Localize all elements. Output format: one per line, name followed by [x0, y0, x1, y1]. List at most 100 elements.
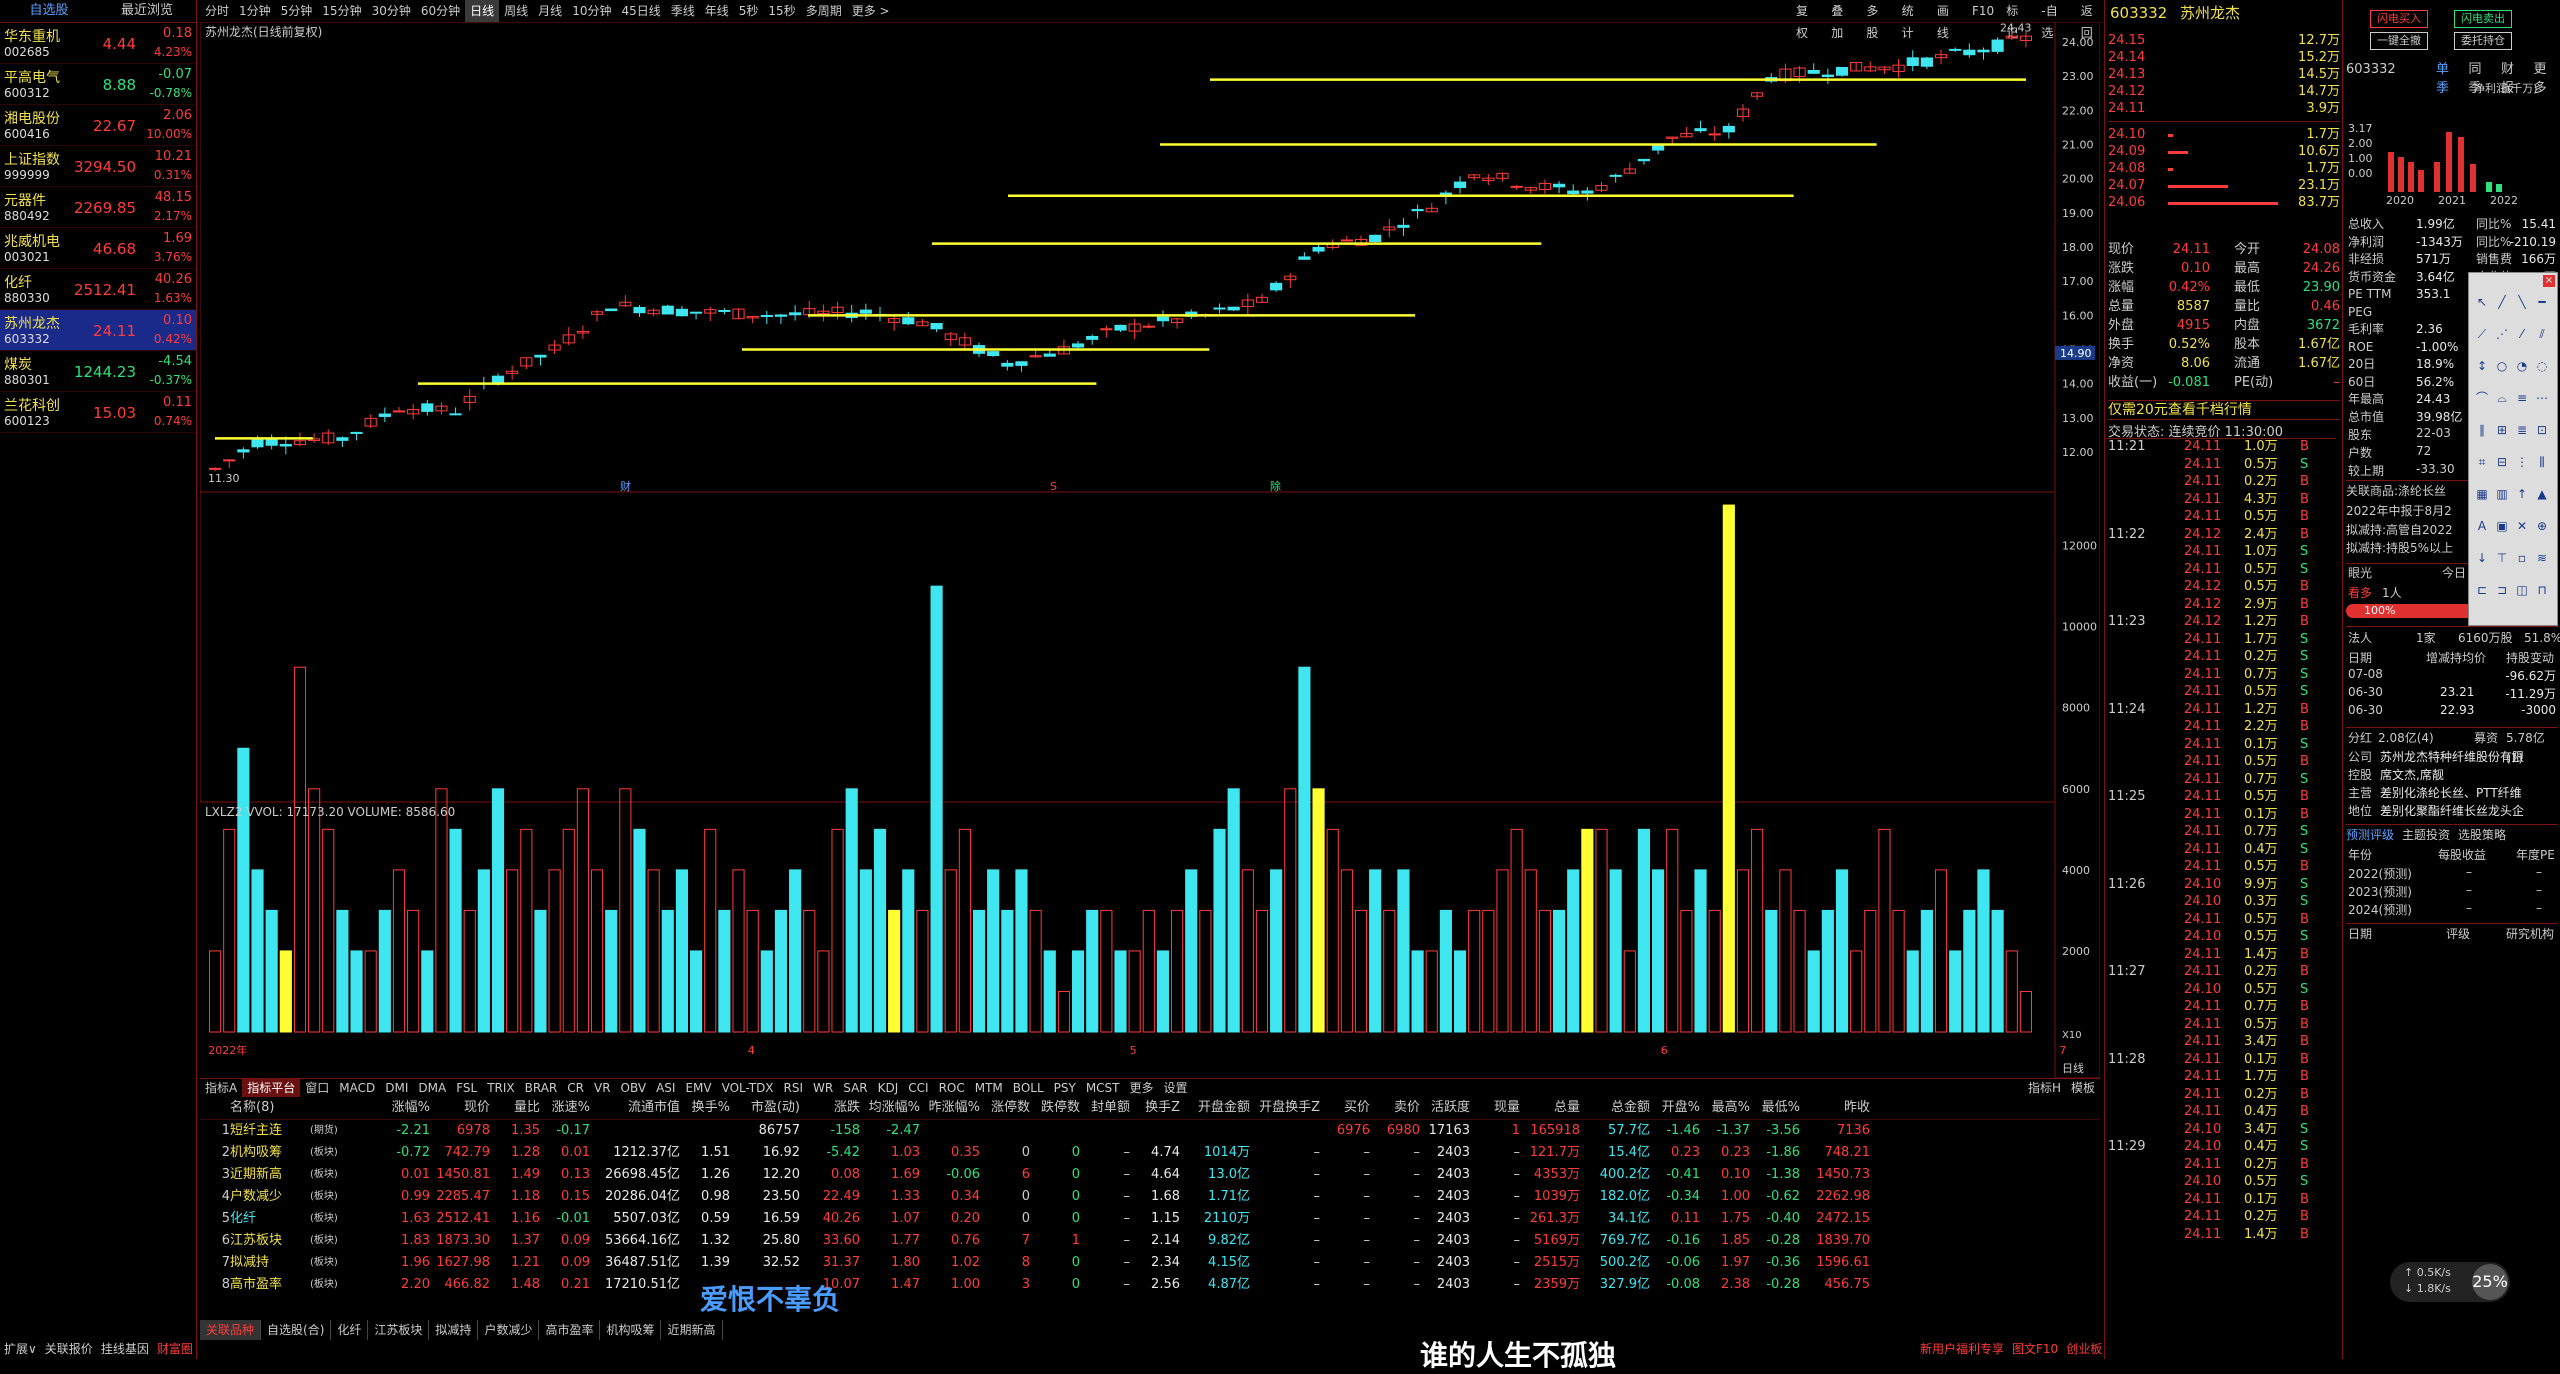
indicator-tab-15[interactable]: RSI — [779, 1079, 809, 1097]
draw-tool-icon[interactable]: ◫ — [2513, 581, 2531, 599]
cpu-gauge[interactable]: 25% — [2472, 1264, 2508, 1300]
chart-tool-7[interactable]: -自选 — [2035, 0, 2074, 40]
indicator-tab-12[interactable]: ASI — [651, 1079, 680, 1097]
status-left-1[interactable]: 关联报价 — [45, 1342, 93, 1356]
draw-tool-icon[interactable]: ⌓ — [2493, 389, 2511, 407]
period-6[interactable]: 日线 — [465, 0, 500, 22]
watchlist-item[interactable]: 湘电股份 600416 22.67 2.06 10.00% — [0, 105, 196, 146]
bottom-tab-4[interactable]: 拟减持 — [429, 1320, 479, 1340]
draw-tool-icon[interactable]: ↖ — [2473, 293, 2491, 311]
table-header-cell[interactable]: 涨幅% — [370, 1097, 430, 1119]
bid-row[interactable]: 24.07 23.1万 — [2108, 177, 2340, 194]
bid-row[interactable]: 24.08 1.7万 — [2108, 160, 2340, 177]
table-row[interactable]: 3 近期新高 (板块) 0.01 1450.81 1.49 0.13 26698.45亿 1.2… — [200, 1164, 2100, 1186]
indicator-tab-8[interactable]: BRAR — [520, 1079, 563, 1097]
draw-tool-icon[interactable]: ≣ — [2513, 421, 2531, 439]
draw-tool-icon[interactable]: ⊐ — [2493, 581, 2511, 599]
watchlist-item[interactable]: 华东重机 002685 4.44 0.18 4.23% — [0, 23, 196, 64]
indicator-tab-13[interactable]: EMV — [680, 1079, 716, 1097]
draw-tool-icon[interactable]: ✕ — [2513, 517, 2531, 535]
indicator-tab-7[interactable]: TRIX — [482, 1079, 519, 1097]
status-left-0[interactable]: 扩展∨ — [4, 1342, 37, 1356]
draw-tool-icon[interactable]: ⫽ — [2533, 325, 2551, 343]
draw-tool-icon[interactable]: ▫ — [2513, 549, 2531, 567]
tab-recent[interactable]: 最近浏览 — [98, 0, 196, 22]
forecast-tab-2[interactable]: 选股策略 — [2458, 825, 2506, 845]
bottom-tab-8[interactable]: 近期新高 — [661, 1320, 723, 1340]
event-marker[interactable]: S — [1050, 480, 1057, 493]
fin-tab-0[interactable]: 单季 — [2436, 58, 2461, 96]
status-right-2[interactable]: 创业板 — [2066, 1342, 2102, 1356]
draw-tool-icon[interactable]: ⊓ — [2533, 581, 2551, 599]
indicator-tab-16[interactable]: WR — [808, 1079, 838, 1097]
period-7[interactable]: 周线 — [499, 0, 533, 22]
draw-tool-icon[interactable]: ⁄ — [2513, 325, 2531, 343]
draw-tool-icon[interactable]: ⋰ — [2493, 325, 2511, 343]
table-header-cell[interactable]: 现价 — [430, 1097, 490, 1119]
indicator-right-0[interactable]: 指标H — [2023, 1079, 2066, 1097]
table-header-cell[interactable]: 最高% — [1700, 1097, 1750, 1119]
period-0[interactable]: 分时 — [200, 0, 234, 22]
draw-tool-icon[interactable]: ⊏ — [2473, 581, 2491, 599]
draw-tool-icon[interactable]: ◌ — [2533, 357, 2551, 375]
indicator-tab-6[interactable]: FSL — [451, 1079, 482, 1097]
draw-tool-icon[interactable]: ↓ — [2473, 549, 2491, 567]
chart-tool-6[interactable]: 标记 — [2000, 0, 2035, 40]
period-16[interactable]: 更多 > — [847, 0, 895, 22]
ask-row[interactable]: 24.13 14.5万 — [2108, 66, 2340, 83]
table-header-cell[interactable]: 现量 — [1470, 1097, 1520, 1119]
chart-tool-1[interactable]: 叠加 — [1825, 0, 1860, 40]
indicator-tab-5[interactable]: DMA — [413, 1079, 451, 1097]
period-3[interactable]: 15分钟 — [317, 0, 366, 22]
period-4[interactable]: 30分钟 — [367, 0, 416, 22]
forecast-tab-0[interactable]: 预测评级 — [2346, 825, 2394, 845]
table-header-cell[interactable]: 最低% — [1750, 1097, 1800, 1119]
bottom-tab-3[interactable]: 江苏板块 — [368, 1320, 430, 1340]
watchlist-item[interactable]: 苏州龙杰 603332 24.11 0.10 0.42% — [0, 310, 196, 351]
kline-chart[interactable]: 24.00 23.00 22.00 21.00 20.00 19.00 18.00 17.00… — [200, 22, 2100, 1078]
bid-row[interactable]: 24.06 83.7万 — [2108, 194, 2340, 211]
table-header-cell[interactable]: 昨涨幅% — [920, 1097, 980, 1119]
draw-tool-icon[interactable]: ≋ — [2533, 549, 2551, 567]
indicator-tab-9[interactable]: CR — [562, 1079, 589, 1097]
table-header-cell[interactable]: 跌停数 — [1030, 1097, 1080, 1119]
table-header-cell[interactable]: 活跃度 — [1420, 1097, 1470, 1119]
draw-tool-icon[interactable]: ↑ — [2513, 485, 2531, 503]
watchlist-item[interactable]: 化纤 880330 2512.41 40.26 1.63% — [0, 269, 196, 310]
draw-tool-icon[interactable]: ⊞ — [2493, 421, 2511, 439]
indicator-tab-0[interactable]: 指标A — [200, 1079, 242, 1097]
draw-tool-icon[interactable]: ⊟ — [2493, 453, 2511, 471]
draw-tool-icon[interactable]: ≡ — [2513, 389, 2531, 407]
order-position-button[interactable]: 委托持仓 — [2454, 32, 2512, 50]
table-header-cell[interactable]: 涨停数 — [980, 1097, 1030, 1119]
draw-tool-icon[interactable]: ━ — [2533, 293, 2551, 311]
draw-tool-icon[interactable]: ⌗ — [2473, 453, 2491, 471]
indicator-tab-19[interactable]: CCI — [903, 1079, 933, 1097]
indicator-tab-1[interactable]: 指标平台 — [242, 1079, 301, 1097]
bottom-tab-6[interactable]: 高市盈率 — [539, 1320, 601, 1340]
level2-ad[interactable]: 仅需20元查看千档行情 — [2108, 400, 2340, 420]
table-header-cell[interactable]: 封单额 — [1080, 1097, 1130, 1119]
chart-tool-0[interactable]: 复权 — [1790, 0, 1825, 40]
table-header-cell[interactable]: 量比 — [490, 1097, 540, 1119]
bid-row[interactable]: 24.09 10.6万 — [2108, 143, 2340, 160]
tab-watchlist[interactable]: 自选股 — [0, 0, 98, 22]
indicator-tab-3[interactable]: MACD — [334, 1079, 380, 1097]
indicator-tab-10[interactable]: VR — [589, 1079, 616, 1097]
table-row[interactable]: 1 短纤主连 (期货) -2.21 6978 1.35 -0.17 86757 -158 -2.4… — [200, 1120, 2100, 1142]
watchlist-item[interactable]: 上证指数 999999 3294.50 10.21 0.31% — [0, 146, 196, 187]
period-9[interactable]: 10分钟 — [567, 0, 616, 22]
period-12[interactable]: 年线 — [700, 0, 734, 22]
table-header-cell[interactable] — [200, 1097, 230, 1119]
indicator-tab-24[interactable]: MCST — [1081, 1079, 1125, 1097]
table-header-cell[interactable] — [310, 1097, 370, 1119]
period-11[interactable]: 季线 — [666, 0, 700, 22]
indicator-tab-25[interactable]: 更多 — [1125, 1079, 1159, 1097]
chart-tool-3[interactable]: 统计 — [1896, 0, 1931, 40]
period-13[interactable]: 5秒 — [734, 0, 764, 22]
cancel-all-button[interactable]: 一键全撤 — [2370, 32, 2428, 50]
period-15[interactable]: 多周期 — [801, 0, 847, 22]
table-header-cell[interactable]: 昨收 — [1800, 1097, 1870, 1119]
watchlist-item[interactable]: 煤炭 880301 1244.23 -4.54 -0.37% — [0, 351, 196, 392]
draw-tool-icon[interactable]: ⫼ — [2533, 453, 2551, 471]
